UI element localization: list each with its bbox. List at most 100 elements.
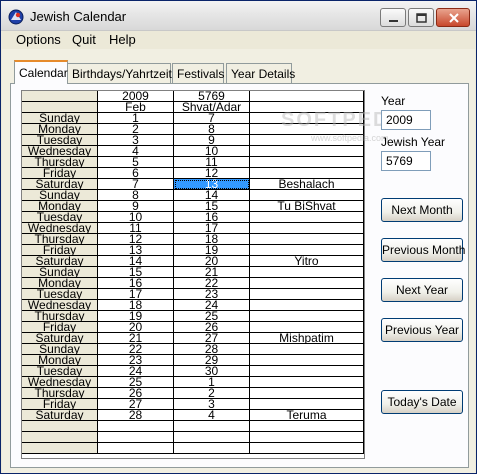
grid-cell[interactable]: [174, 432, 250, 443]
grid-cell[interactable]: Friday: [22, 245, 98, 256]
grid-cell[interactable]: Tuesday: [22, 366, 98, 377]
grid-cell[interactable]: [250, 289, 364, 300]
grid-cell[interactable]: [250, 366, 364, 377]
table-row[interactable]: Wednesday 11 17: [22, 223, 364, 234]
grid-cell[interactable]: Saturday: [22, 410, 98, 421]
grid-cell[interactable]: Tuesday: [22, 135, 98, 146]
table-row[interactable]: Thursday 5 11: [22, 157, 364, 168]
table-row[interactable]: Sunday 15 21: [22, 267, 364, 278]
grid-cell[interactable]: 20: [174, 256, 250, 267]
grid-cell[interactable]: 24: [98, 366, 174, 377]
grid-cell[interactable]: 4: [98, 146, 174, 157]
tab-birthdays-yahrtzeits[interactable]: Birthdays/Yahrtzeits: [67, 63, 178, 83]
grid-cell[interactable]: 8: [98, 190, 174, 201]
grid-cell[interactable]: Mishpatim: [250, 333, 364, 344]
table-row[interactable]: Thursday 19 25: [22, 311, 364, 322]
tab-festivals[interactable]: Festivals: [172, 63, 224, 83]
grid-cell[interactable]: [250, 190, 364, 201]
grid-cell[interactable]: 29: [174, 355, 250, 366]
table-row[interactable]: Monday 23 29: [22, 355, 364, 366]
next-year-button[interactable]: Next Year: [381, 278, 463, 302]
grid-cell[interactable]: [174, 443, 250, 454]
grid-cell[interactable]: 26: [98, 388, 174, 399]
grid-cell[interactable]: Thursday: [22, 157, 98, 168]
grid-cell[interactable]: [250, 267, 364, 278]
grid-cell[interactable]: [250, 377, 364, 388]
grid-cell[interactable]: Tu BiShvat: [250, 201, 364, 212]
table-row[interactable]: Friday 6 12: [22, 168, 364, 179]
grid-cell[interactable]: 26: [174, 322, 250, 333]
grid-cell[interactable]: 19: [174, 245, 250, 256]
grid-cell[interactable]: [250, 212, 364, 223]
grid-cell[interactable]: Friday: [22, 322, 98, 333]
table-row[interactable]: Tuesday 17 23: [22, 289, 364, 300]
todays-date-button[interactable]: Today's Date: [381, 390, 463, 414]
title-bar[interactable]: Jewish Calendar: [1, 1, 476, 31]
year-input[interactable]: [381, 110, 431, 130]
grid-cell[interactable]: 3: [98, 135, 174, 146]
grid-cell[interactable]: 28: [174, 344, 250, 355]
grid-cell[interactable]: 1: [98, 113, 174, 124]
grid-cell[interactable]: [250, 157, 364, 168]
table-row[interactable]: Tuesday 24 30: [22, 366, 364, 377]
grid-cell[interactable]: 24: [174, 300, 250, 311]
grid-cell[interactable]: 10: [174, 146, 250, 157]
grid-cell[interactable]: 28: [98, 410, 174, 421]
grid-cell[interactable]: [250, 245, 364, 256]
grid-cell[interactable]: 21: [174, 267, 250, 278]
grid-cell[interactable]: 9: [98, 201, 174, 212]
calendar-grid[interactable]: 2009 5769 Feb Shvat/Adar Sunday 1 7 Monday 2 8 Tue…: [21, 90, 365, 459]
table-row[interactable]: Friday 27 3: [22, 399, 364, 410]
jewish-year-input[interactable]: [381, 151, 431, 171]
grid-cell[interactable]: Monday: [22, 278, 98, 289]
grid-cell[interactable]: 7: [174, 113, 250, 124]
grid-cell[interactable]: 6: [98, 168, 174, 179]
grid-header-row[interactable]: 2009 5769: [22, 91, 364, 102]
grid-cell[interactable]: Tuesday: [22, 212, 98, 223]
grid-cell[interactable]: Thursday: [22, 388, 98, 399]
table-row[interactable]: Sunday 22 28: [22, 344, 364, 355]
grid-cell[interactable]: [22, 432, 98, 443]
grid-cell[interactable]: [250, 388, 364, 399]
grid-cell[interactable]: Yitro: [250, 256, 364, 267]
grid-cell[interactable]: Teruma: [250, 410, 364, 421]
grid-cell[interactable]: 9: [174, 135, 250, 146]
table-row[interactable]: Wednesday 18 24: [22, 300, 364, 311]
table-row[interactable]: Sunday 8 14: [22, 190, 364, 201]
menu-options[interactable]: Options: [16, 32, 61, 47]
table-row[interactable]: [22, 432, 364, 443]
grid-cell[interactable]: 13: [174, 179, 250, 190]
grid-cell[interactable]: Sunday: [22, 267, 98, 278]
grid-cell[interactable]: Thursday: [22, 311, 98, 322]
grid-cell[interactable]: Thursday: [22, 234, 98, 245]
grid-cell[interactable]: Friday: [22, 399, 98, 410]
tab-year-details[interactable]: Year Details: [226, 63, 295, 83]
grid-cell[interactable]: Monday: [22, 124, 98, 135]
grid-cell[interactable]: 4: [174, 410, 250, 421]
grid-cell[interactable]: 30: [174, 366, 250, 377]
tab-calendar[interactable]: Calendar: [14, 60, 68, 84]
grid-cell[interactable]: 14: [174, 190, 250, 201]
grid-cell[interactable]: [22, 421, 98, 432]
grid-cell[interactable]: [250, 223, 364, 234]
table-row[interactable]: Saturday 7 13 Beshalach: [22, 179, 364, 190]
grid-cell[interactable]: Saturday: [22, 256, 98, 267]
grid-cell[interactable]: 1: [174, 377, 250, 388]
grid-cell[interactable]: Friday: [22, 168, 98, 179]
grid-cell[interactable]: 22: [98, 344, 174, 355]
grid-cell[interactable]: 8: [174, 124, 250, 135]
grid-cell[interactable]: 2: [98, 124, 174, 135]
minimize-button[interactable]: [380, 8, 406, 27]
grid-cell[interactable]: 14: [98, 256, 174, 267]
grid-cell[interactable]: [98, 432, 174, 443]
grid-cell[interactable]: [250, 234, 364, 245]
grid-cell[interactable]: Monday: [22, 201, 98, 212]
grid-cell[interactable]: 11: [174, 157, 250, 168]
grid-cell[interactable]: 27: [174, 333, 250, 344]
grid-cell[interactable]: [250, 146, 364, 157]
table-row[interactable]: Saturday 21 27 Mishpatim: [22, 333, 364, 344]
previous-year-button[interactable]: Previous Year: [381, 318, 463, 342]
grid-cell[interactable]: 16: [174, 212, 250, 223]
grid-cell[interactable]: 17: [174, 223, 250, 234]
grid-cell[interactable]: [250, 399, 364, 410]
